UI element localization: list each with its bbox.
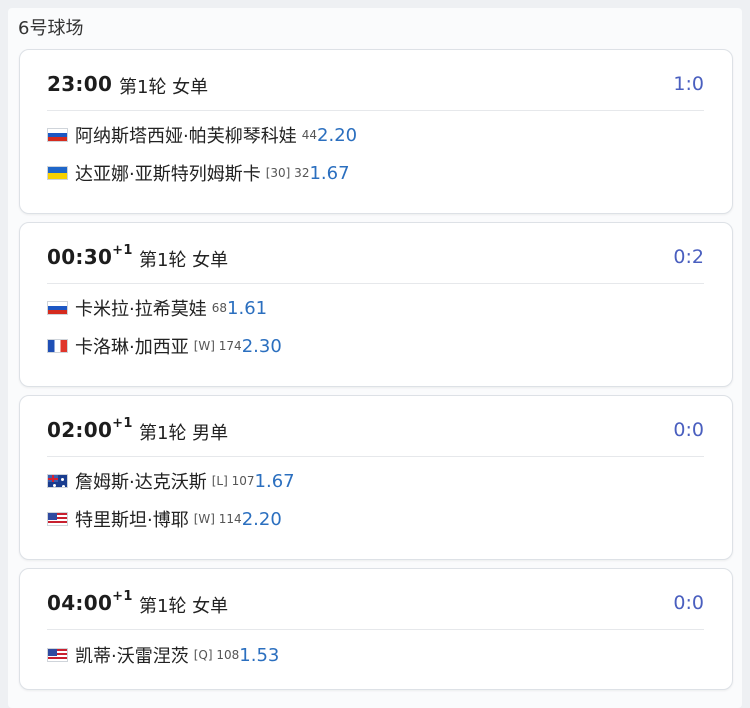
player-row[interactable]: 特里斯坦·博耶 [W] 114 2.20 — [47, 506, 282, 532]
match-time: 02:00+1 — [47, 416, 133, 442]
player-ranking: [W] 174 — [193, 339, 242, 353]
match-card[interactable]: 04:00+1 第1轮 女单 0:0 凯蒂·沃雷涅茨 [Q] 108 1.53 — [19, 568, 733, 690]
match-time: 00:30+1 — [47, 243, 133, 269]
match-score: 0:0 — [673, 419, 704, 441]
player-ranking: [Q] 108 — [193, 648, 240, 662]
player-odds[interactable]: 2.30 — [242, 336, 282, 357]
match-score: 1:0 — [673, 73, 704, 95]
match-header: 00:30+1 第1轮 女单 0:2 — [47, 223, 704, 284]
usa-flag-icon — [47, 512, 68, 526]
player-name: 达亚娜·亚斯特列姆斯卡 — [75, 164, 261, 185]
match-card[interactable]: 23:00 第1轮 女单 1:0 阿纳斯塔西娅·帕芙柳琴科娃 44 2.20 达… — [19, 49, 733, 214]
player-name: 阿纳斯塔西娅·帕芙柳琴科娃 — [75, 126, 297, 147]
player-name: 詹姆斯·达克沃斯 — [75, 472, 207, 493]
match-card[interactable]: 00:30+1 第1轮 女单 0:2 卡米拉·拉希莫娃 68 1.61 卡洛琳·… — [19, 222, 733, 387]
usa-flag-icon — [47, 648, 68, 662]
player-odds[interactable]: 2.20 — [317, 125, 357, 146]
player-row[interactable]: 卡米拉·拉希莫娃 68 1.61 — [47, 295, 267, 321]
match-score: 0:0 — [673, 592, 704, 614]
player-row[interactable]: 达亚娜·亚斯特列姆斯卡 [30] 32 1.67 — [47, 160, 350, 186]
match-round: 第1轮 女单 — [139, 596, 229, 617]
player-row[interactable]: 卡洛琳·加西亚 [W] 174 2.30 — [47, 333, 282, 359]
court-title: 6号球场 — [18, 18, 84, 39]
player-odds[interactable]: 1.67 — [255, 471, 295, 492]
match-time: 23:00 — [47, 72, 113, 96]
russia-flag-icon — [47, 301, 68, 315]
match-score: 0:2 — [673, 246, 704, 268]
player-name: 卡米拉·拉希莫娃 — [75, 299, 207, 320]
player-name: 卡洛琳·加西亚 — [75, 337, 189, 358]
france-flag-icon — [47, 339, 68, 353]
match-header: 02:00+1 第1轮 男单 0:0 — [47, 396, 704, 457]
match-round: 第1轮 女单 — [119, 77, 209, 98]
match-header: 04:00+1 第1轮 女单 0:0 — [47, 569, 704, 630]
player-name: 凯蒂·沃雷涅茨 — [75, 646, 189, 667]
player-odds[interactable]: 2.20 — [242, 509, 282, 530]
player-ranking: [W] 114 — [193, 512, 242, 526]
match-round: 第1轮 男单 — [139, 423, 229, 444]
player-row[interactable]: 凯蒂·沃雷涅茨 [Q] 108 1.53 — [47, 642, 279, 668]
player-row[interactable]: 詹姆斯·达克沃斯 [L] 107 1.67 — [47, 468, 295, 494]
player-ranking: 68 — [211, 301, 228, 315]
player-row[interactable]: 阿纳斯塔西娅·帕芙柳琴科娃 44 2.20 — [47, 122, 357, 148]
player-name: 特里斯坦·博耶 — [75, 510, 189, 531]
player-ranking: [30] 32 — [265, 166, 310, 180]
match-card[interactable]: 02:00+1 第1轮 男单 0:0 詹姆斯·达克沃斯 [L] 107 1.67… — [19, 395, 733, 560]
player-odds[interactable]: 1.61 — [227, 298, 267, 319]
player-ranking: 44 — [301, 128, 318, 142]
russia-flag-icon — [47, 128, 68, 142]
player-odds[interactable]: 1.67 — [309, 163, 349, 184]
match-round: 第1轮 女单 — [139, 250, 229, 271]
match-time: 04:00+1 — [47, 589, 133, 615]
ukraine-flag-icon — [47, 166, 68, 180]
player-odds[interactable]: 1.53 — [239, 645, 279, 666]
match-header: 23:00 第1轮 女单 1:0 — [47, 50, 704, 111]
player-ranking: [L] 107 — [211, 474, 255, 488]
australia-flag-icon — [47, 474, 68, 488]
